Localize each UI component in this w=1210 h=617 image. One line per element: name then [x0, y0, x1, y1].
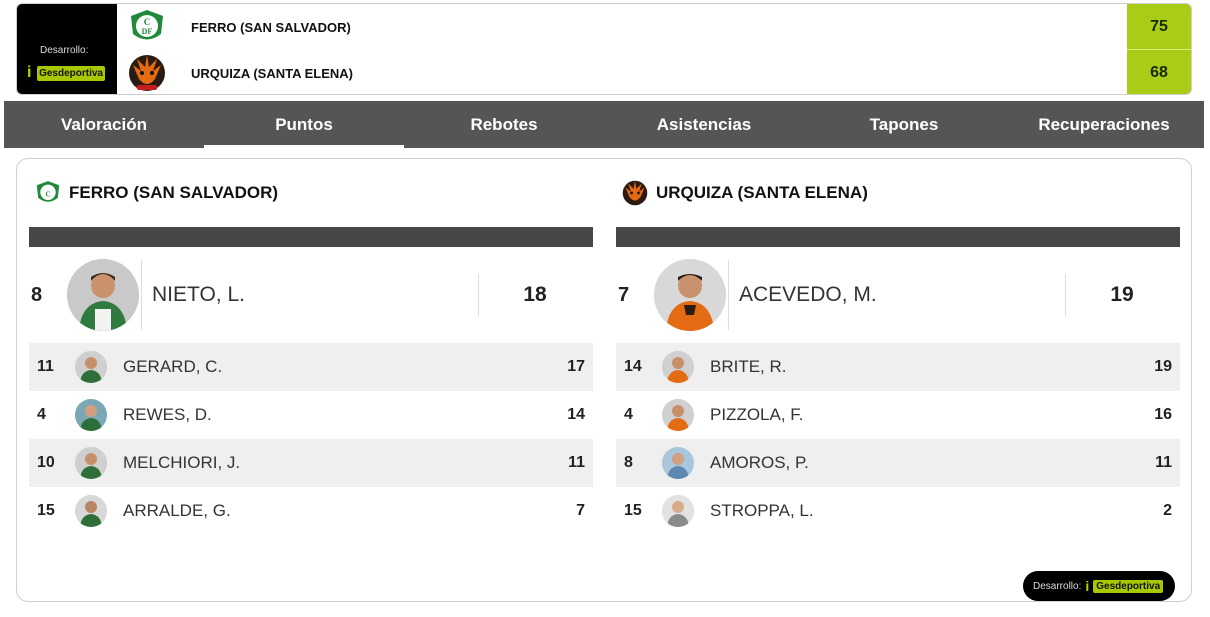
gesdeportiva-logo[interactable]: i Gesdeportiva: [27, 61, 105, 85]
home-column-team-name: FERRO (SAN SALVADOR): [69, 183, 279, 202]
leader-divider: [141, 260, 142, 330]
brand-caption: Desarrollo:: [40, 45, 89, 56]
player-number: 15: [624, 502, 642, 519]
svg-text:DF: DF: [142, 27, 153, 36]
away-column-bar: [616, 227, 1180, 247]
home-team-name: FERRO (SAN SALVADOR): [191, 19, 351, 35]
player-number: 8: [624, 454, 633, 471]
footer-gesdeportiva-badge[interactable]: Desarrollo: i Gesdeportiva: [1023, 571, 1175, 601]
leader-number: 7: [618, 283, 630, 306]
player-name: BRITE, R.: [710, 357, 787, 376]
footer-caption: Desarrollo:: [1033, 580, 1082, 592]
player-points: 2: [1163, 502, 1172, 519]
leader-points: 19: [1110, 283, 1134, 306]
player-points: 19: [1154, 358, 1172, 375]
player-number: 11: [37, 358, 54, 375]
away-team-name: URQUIZA (SANTA ELENA): [191, 65, 354, 81]
player-number: 4: [624, 406, 633, 423]
leader-divider: [728, 260, 729, 330]
player-points: 14: [567, 406, 585, 423]
scoreboard: Desarrollo: i Gesdeportiva C DF FERRO (S…: [16, 3, 1192, 95]
tab-puntos[interactable]: Puntos: [204, 101, 404, 148]
player-photo-avatar: [654, 259, 726, 331]
player-number: 4: [37, 406, 46, 423]
urquiza-crest-icon: [620, 178, 650, 208]
ferro-crest-icon: C: [33, 178, 63, 208]
player-photo-avatar: [75, 447, 107, 479]
player-number: 15: [37, 502, 55, 519]
stat-tabs: Valoración Puntos Rebotes Asistencias Ta…: [4, 101, 1204, 148]
ferro-crest-icon: C DF: [125, 7, 169, 47]
home-leaders-column: C FERRO (SAN SALVADOR) 8 NIETO, L. 18 11…: [29, 159, 593, 535]
player-name: GERARD, C.: [123, 357, 223, 376]
leader-number: 8: [31, 283, 43, 306]
player-name: STROPPA, L.: [710, 501, 814, 520]
player-photo-avatar: [662, 495, 694, 527]
leader-points: 18: [523, 283, 547, 306]
footer-gesdeportiva-wordmark: Gesdeportiva: [1093, 579, 1164, 593]
tab-rebotes[interactable]: Rebotes: [404, 101, 604, 148]
home-players-list: 11 GERARD, C. 17 4 REWES, D. 14 10 MELCH…: [29, 343, 593, 535]
player-name: PIZZOLA, F.: [710, 405, 804, 424]
player-name: AMOROS, P.: [710, 453, 809, 472]
leaders-panel: C FERRO (SAN SALVADOR) 8 NIETO, L. 18 11…: [16, 158, 1192, 602]
urquiza-crest-icon: [125, 53, 169, 93]
player-number: 14: [624, 358, 642, 375]
player-number: 10: [37, 454, 55, 471]
player-row[interactable]: 8 AMOROS, P. 11: [616, 439, 1180, 487]
scoreboard-away-team[interactable]: URQUIZA (SANTA ELENA): [125, 50, 1125, 94]
away-leader-row[interactable]: 7 ACEVEDO, M. 19: [616, 247, 1180, 343]
scoreboard-home-team[interactable]: C DF FERRO (SAN SALVADOR): [125, 4, 1125, 50]
away-leaders-column: URQUIZA (SANTA ELENA) 7 ACEVEDO, M. 19 1…: [616, 159, 1180, 535]
leader-name: NIETO, L.: [152, 283, 245, 306]
svg-text:C: C: [144, 17, 151, 27]
home-column-bar: [29, 227, 593, 247]
player-row[interactable]: 15 STROPPA, L. 2: [616, 487, 1180, 535]
home-column-header: C FERRO (SAN SALVADOR): [29, 159, 593, 227]
gesdeportiva-mark-icon: i: [1085, 578, 1090, 594]
player-photo-avatar: [75, 351, 107, 383]
player-photo-avatar: [662, 399, 694, 431]
player-photo-avatar: [662, 351, 694, 383]
player-row[interactable]: 4 REWES, D. 14: [29, 391, 593, 439]
player-row[interactable]: 11 GERARD, C. 17: [29, 343, 593, 391]
player-name: ARRALDE, G.: [123, 501, 231, 520]
gesdeportiva-wordmark: Gesdeportiva: [37, 65, 105, 81]
brand-box: Desarrollo: i Gesdeportiva: [17, 4, 117, 94]
tab-tapones[interactable]: Tapones: [804, 101, 1004, 148]
player-points: 11: [1155, 454, 1172, 471]
player-name: MELCHIORI, J.: [123, 453, 241, 472]
player-points: 16: [1154, 406, 1172, 423]
away-column-team-name: URQUIZA (SANTA ELENA): [656, 183, 868, 202]
player-photo-avatar: [75, 495, 107, 527]
player-row[interactable]: 4 PIZZOLA, F. 16: [616, 391, 1180, 439]
player-points: 11: [568, 454, 585, 471]
tab-recuperaciones[interactable]: Recuperaciones: [1004, 101, 1204, 148]
player-photo-avatar: [662, 447, 694, 479]
player-row[interactable]: 10 MELCHIORI, J. 11: [29, 439, 593, 487]
player-row[interactable]: 15 ARRALDE, G. 7: [29, 487, 593, 535]
player-photo-avatar: [67, 259, 139, 331]
player-name: REWES, D.: [123, 405, 212, 424]
away-column-header: URQUIZA (SANTA ELENA): [616, 159, 1180, 227]
away-players-list: 14 BRITE, R. 19 4 PIZZOLA, F. 16 8 AMORO…: [616, 343, 1180, 535]
player-photo-avatar: [75, 399, 107, 431]
player-points: 17: [567, 358, 585, 375]
svg-text:C: C: [45, 191, 50, 199]
leader-name: ACEVEDO, M.: [739, 283, 877, 306]
home-leader-row[interactable]: 8 NIETO, L. 18: [29, 247, 593, 343]
player-points: 7: [576, 502, 585, 519]
home-score: 75: [1127, 4, 1191, 49]
player-row[interactable]: 14 BRITE, R. 19: [616, 343, 1180, 391]
gesdeportiva-mark-icon: i: [27, 64, 32, 81]
away-score: 68: [1127, 50, 1191, 94]
tab-valoracion[interactable]: Valoración: [4, 101, 204, 148]
tab-asistencias[interactable]: Asistencias: [604, 101, 804, 148]
